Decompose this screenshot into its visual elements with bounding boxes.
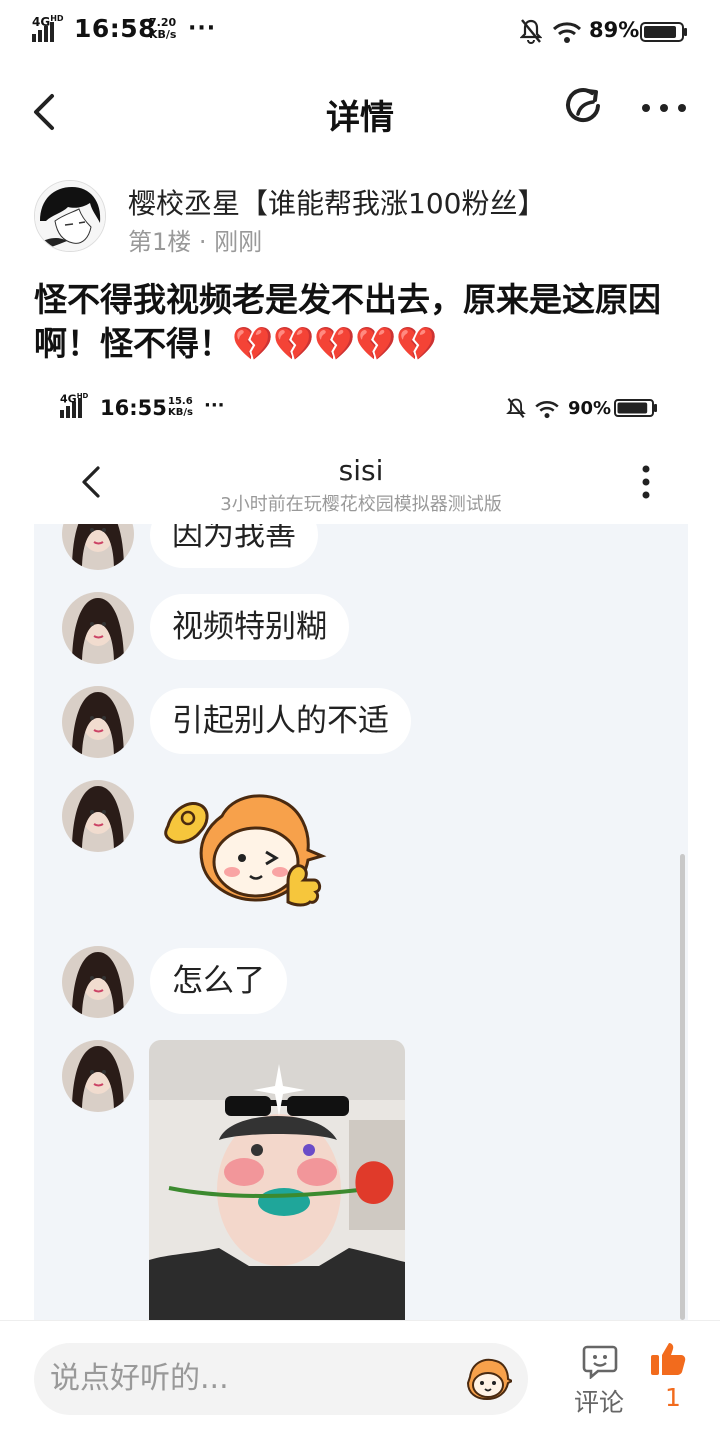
network-speed: 7.20 KB/s — [149, 16, 177, 41]
contact-avatar[interactable] — [62, 946, 134, 1018]
anime-boy-avatar-icon — [35, 181, 105, 251]
comment-icon[interactable] — [582, 1343, 618, 1379]
author-avatar[interactable] — [34, 180, 106, 252]
post-meta: 第1楼 · 刚刚 — [128, 228, 263, 256]
embedded-status-bar: 4GHD 16:55 15.6 KB/s ··· 90% — [34, 380, 688, 436]
embedded-screenshot[interactable]: 4GHD 16:55 15.6 KB/s ··· 90% sisi 3小时前在玩樱… — [34, 380, 688, 1320]
girl-avatar-icon — [62, 686, 134, 758]
battery-icon — [614, 399, 657, 417]
share-icon[interactable] — [561, 86, 607, 132]
contact-avatar[interactable] — [62, 592, 134, 664]
thumbs-up-icon[interactable] — [650, 1341, 686, 1377]
bottom-bar: 说点好听的... 评论 1 — [0, 1320, 720, 1437]
more-notifications: ··· — [188, 16, 217, 41]
message-bubble: 怎么了 — [150, 948, 287, 1014]
girl-avatar-icon — [62, 524, 134, 570]
contact-avatar[interactable] — [62, 1040, 134, 1112]
embedded-network-type: 4GHD — [60, 392, 89, 406]
message-bubble: 引起别人的不适 — [150, 688, 411, 754]
mute-bell-icon — [520, 19, 542, 44]
clock: 16:58 — [74, 14, 157, 43]
contact-avatar[interactable] — [62, 780, 134, 852]
author-name[interactable]: 樱校丞星【谁能帮我涨100粉丝】 — [128, 182, 545, 222]
contact-avatar[interactable] — [62, 524, 134, 570]
scrollbar[interactable] — [680, 854, 685, 1320]
embedded-network-speed: 15.6 KB/s — [168, 396, 193, 418]
comment-input[interactable]: 说点好听的... — [34, 1343, 528, 1415]
message-bubble: 因为我善 — [150, 524, 318, 568]
more-options-icon[interactable] — [640, 96, 688, 120]
chat-header: sisi 3小时前在玩樱花校园模拟器测试版 — [34, 436, 688, 524]
contact-status: 3小时前在玩樱花校园模拟器测试版 — [220, 494, 502, 515]
contact-name: sisi — [338, 454, 384, 487]
chat-message-list[interactable]: 因为我善 视频特别糊 引起别人的不适 怎么了 — [34, 524, 688, 1320]
comment-label[interactable]: 评论 — [574, 1383, 624, 1419]
embedded-battery-percent: 90% — [568, 398, 612, 419]
status-bar: 4GHD 16:58 7.20 KB/s ··· 89% — [0, 0, 720, 64]
battery-percent: 89% — [589, 18, 640, 42]
battery-icon — [640, 22, 687, 42]
like-count: 1 — [665, 1383, 681, 1412]
mascot-thumbs-up-sticker-icon[interactable] — [162, 786, 332, 916]
mute-bell-icon — [506, 398, 526, 418]
message-bubble: 视频特别糊 — [150, 594, 349, 660]
contact-avatar[interactable] — [62, 686, 134, 758]
girl-avatar-icon — [62, 1040, 134, 1112]
more-vertical-icon[interactable] — [640, 464, 652, 500]
network-type: 4GHD — [32, 14, 64, 29]
page-title: 详情 — [326, 98, 394, 138]
wifi-icon — [535, 400, 559, 419]
mascot-emoji-icon[interactable] — [462, 1355, 512, 1405]
embedded-more-notifications: ··· — [204, 395, 225, 416]
girl-avatar-icon — [62, 592, 134, 664]
post-text: 怪不得我视频老是发不出去，原来是这原因啊！怪不得！💔💔💔💔💔 — [34, 280, 661, 363]
girl-avatar-icon — [62, 780, 134, 852]
wifi-icon — [552, 22, 582, 43]
embedded-clock: 16:55 — [100, 396, 167, 420]
selfie-photo-icon[interactable] — [149, 1040, 405, 1320]
girl-avatar-icon — [62, 946, 134, 1018]
comment-input-placeholder: 说点好听的... — [50, 1361, 229, 1396]
